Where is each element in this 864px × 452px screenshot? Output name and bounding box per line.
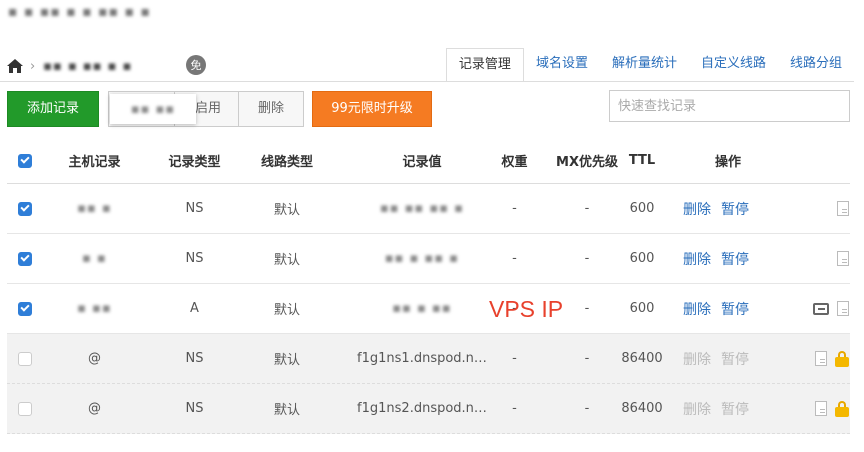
- ttl-value: 86400: [621, 351, 663, 366]
- record-value: f1g1ns1.dnspod.n…: [357, 351, 487, 366]
- type-value: NS: [185, 201, 204, 216]
- record-value: ▪▪ ▪ ▪▪: [392, 301, 452, 316]
- mx-value: -: [584, 251, 590, 266]
- row-checkbox: [18, 401, 32, 416]
- add-record-button[interactable]: 添加记录: [7, 91, 99, 127]
- note-icon[interactable]: [837, 201, 849, 216]
- record-value: f1g1ns2.dnspod.n…: [357, 401, 487, 416]
- chevron-right-icon: ›: [30, 58, 36, 74]
- col-line: 线路类型: [260, 155, 313, 170]
- table-row: ▪ ▪▪ A 默认 ▪▪ ▪ ▪▪ - - 600 删除 暂停: [7, 284, 850, 334]
- search-input[interactable]: [609, 90, 850, 122]
- weight-value: -: [512, 351, 517, 366]
- mx-value: -: [584, 351, 590, 366]
- mx-value: -: [584, 401, 590, 416]
- weight-value: -: [512, 251, 517, 266]
- delete-link[interactable]: 删除: [683, 299, 711, 319]
- home-icon[interactable]: [6, 58, 24, 74]
- pause-link[interactable]: 暂停: [721, 249, 749, 269]
- vps-ip-annotation: VPS IP: [489, 296, 564, 322]
- table-header: 主机记录 记录类型 线路类型 记录值 权重 MX优先级 TTL 操作: [7, 138, 850, 184]
- comment-icon[interactable]: [813, 302, 829, 315]
- table-row: @ NS 默认 f1g1ns1.dnspod.n… - - 86400 删除 暂…: [7, 334, 850, 384]
- line-value: 默认: [273, 203, 300, 218]
- note-icon[interactable]: [815, 351, 827, 366]
- delete-link: 删除: [683, 351, 711, 368]
- pause-link: 暂停: [721, 351, 749, 368]
- tab-custom-lines[interactable]: 自定义线路: [689, 48, 778, 82]
- note-icon[interactable]: [837, 251, 849, 266]
- line-value: 默认: [273, 253, 300, 268]
- line-value: 默认: [273, 303, 300, 318]
- line-value: 默认: [273, 353, 300, 368]
- host-value: ▪ ▪▪: [77, 301, 112, 316]
- blurred-popup: ▪▪ ▪▪: [110, 94, 196, 124]
- note-icon[interactable]: [837, 301, 849, 316]
- table-row: @ NS 默认 f1g1ns2.dnspod.n… - - 86400 删除 暂…: [7, 384, 850, 434]
- pause-link: 暂停: [721, 401, 749, 418]
- type-value: NS: [185, 251, 204, 266]
- record-value: ▪▪ ▪ ▪▪ ▪: [384, 251, 460, 266]
- col-ttl: TTL: [628, 153, 656, 168]
- mx-value: -: [584, 201, 590, 216]
- tab-line-groups[interactable]: 线路分组: [778, 48, 854, 82]
- col-type: 记录类型: [168, 155, 221, 170]
- delete-link[interactable]: 删除: [683, 249, 711, 269]
- tab-record-management[interactable]: 记录管理: [445, 48, 524, 82]
- weight-value: -: [512, 401, 517, 416]
- row-checkbox[interactable]: [18, 201, 32, 216]
- pause-link[interactable]: 暂停: [721, 299, 749, 319]
- free-plan-badge: 免: [186, 55, 206, 75]
- ttl-value: 600: [629, 251, 655, 266]
- row-checkbox[interactable]: [18, 301, 32, 316]
- type-value: NS: [185, 351, 204, 366]
- select-all-checkbox[interactable]: [18, 153, 32, 168]
- ttl-value: 600: [629, 301, 655, 316]
- col-mx: MX优先级: [556, 155, 618, 170]
- lock-icon: [835, 350, 849, 367]
- ttl-value: 86400: [621, 401, 663, 416]
- table-row: ▪▪ ▪ NS 默认 ▪▪ ▪▪ ▪▪ ▪ - - 600 删除 暂停: [7, 184, 850, 234]
- tab-domain-settings[interactable]: 域名设置: [524, 48, 600, 82]
- note-icon[interactable]: [815, 401, 827, 416]
- host-value: ▪▪ ▪: [77, 201, 112, 216]
- breadcrumb: › ▪▪ ▪ ▪▪ ▪ ▪: [6, 54, 132, 78]
- type-value: NS: [185, 401, 204, 416]
- domain-name: ▪▪ ▪ ▪▪ ▪ ▪: [43, 58, 133, 74]
- delete-link: 删除: [683, 401, 711, 418]
- ttl-value: 600: [629, 201, 655, 216]
- table-row: ▪ ▪ NS 默认 ▪▪ ▪ ▪▪ ▪ - - 600 删除 暂停: [7, 234, 850, 284]
- blurred-popup-text: ▪▪ ▪▪: [130, 101, 176, 117]
- tab-bar: 记录管理 域名设置 解析量统计 自定义线路 线路分组: [445, 48, 854, 82]
- line-value: 默认: [273, 403, 300, 418]
- lock-icon: [835, 400, 849, 417]
- record-value: ▪▪ ▪▪ ▪▪ ▪: [379, 201, 465, 216]
- tab-resolution-stats[interactable]: 解析量统计: [600, 48, 689, 82]
- col-value: 记录值: [402, 155, 442, 170]
- row-checkbox: [18, 351, 32, 366]
- delete-link[interactable]: 删除: [683, 199, 711, 219]
- row-checkbox[interactable]: [18, 251, 32, 266]
- top-blurred-text: ▪ ▪ ▪▪ ▪ ▪ ▪▪ ▪ ▪: [8, 4, 152, 20]
- pause-link[interactable]: 暂停: [721, 199, 749, 219]
- col-actions: 操作: [714, 155, 741, 170]
- type-value: A: [190, 301, 199, 316]
- host-value: @: [88, 401, 101, 416]
- weight-value: -: [512, 201, 517, 216]
- col-host: 主机记录: [68, 155, 121, 170]
- batch-delete-button[interactable]: 删除: [238, 91, 304, 127]
- host-value: @: [88, 351, 101, 366]
- tab-divider: [0, 81, 854, 82]
- col-weight: 权重: [501, 155, 528, 170]
- records-table: 主机记录 记录类型 线路类型 记录值 权重 MX优先级 TTL 操作 ▪▪ ▪ …: [7, 138, 850, 434]
- upgrade-button[interactable]: 99元限时升级: [312, 91, 432, 127]
- toolbar: 添加记录 启用 删除 99元限时升级: [7, 91, 432, 127]
- host-value: ▪ ▪: [82, 251, 107, 266]
